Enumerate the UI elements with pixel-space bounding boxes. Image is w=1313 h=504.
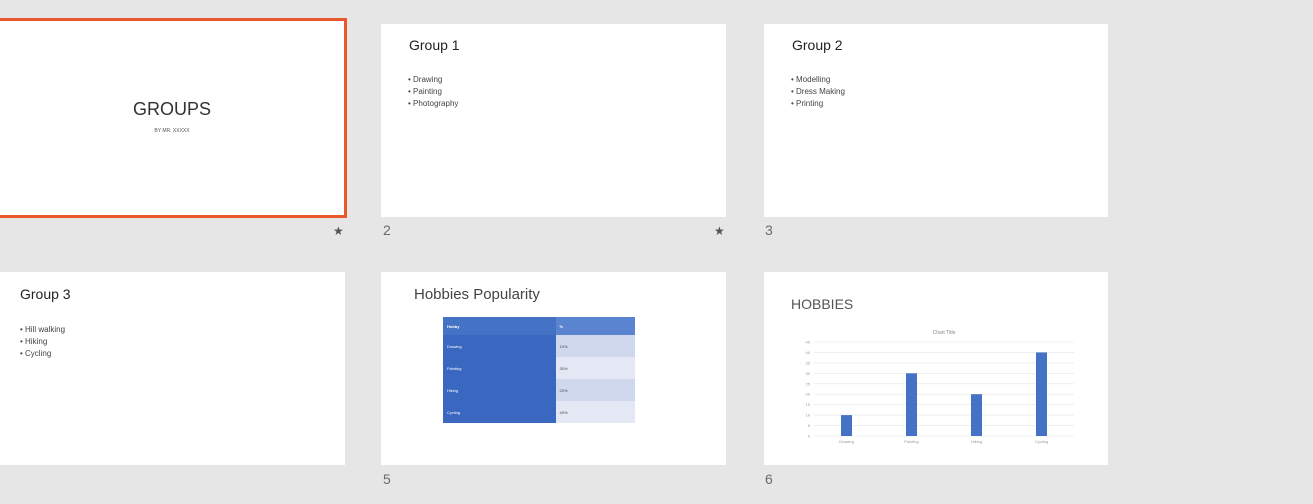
list-item: Cycling (20, 348, 65, 360)
slide-thumbnail-5[interactable]: Hobbies Popularity Hobby % Drawing 10% P… (381, 272, 726, 465)
table-cell: 40% (555, 401, 635, 423)
y-tick-label: 15 (806, 402, 811, 407)
list-item: Printing (791, 98, 845, 110)
slide-2-bullets: Drawing Painting Photography (408, 74, 458, 110)
y-tick-label: 45 (806, 340, 811, 345)
list-item: Modelling (791, 74, 845, 86)
slide-4-title: Group 3 (20, 286, 71, 302)
slide-5-title: Hobbies Popularity (414, 286, 540, 303)
list-item: Hill walking (20, 324, 65, 336)
table-cell: Drawing (443, 335, 556, 357)
y-tick-label: 25 (806, 381, 811, 386)
table-cell: Cycling (443, 401, 556, 423)
table-cell: Hiking (443, 379, 556, 401)
chart-bar-drawing (841, 415, 852, 436)
chart-title: Chart Title (933, 330, 956, 336)
list-item: Hiking (20, 336, 65, 348)
table-row: Cycling 40% (443, 401, 635, 423)
slide-4-bullets: Hill walking Hiking Cycling (20, 324, 65, 360)
x-tick-label: Hiking (971, 439, 982, 444)
slide-3-title: Group 2 (792, 37, 843, 53)
slide-5-table: Hobby % Drawing 10% Painting 30% Hiking … (443, 317, 635, 423)
list-item: Drawing (408, 74, 458, 86)
y-tick-label: 30 (806, 371, 811, 376)
slide-number-2: 2 (383, 222, 391, 238)
x-tick-label: Cycling (1035, 439, 1048, 444)
table-header-cell: Hobby (447, 323, 460, 329)
list-item: Dress Making (791, 86, 845, 98)
list-item: Photography (408, 98, 458, 110)
slide-thumbnail-6[interactable]: HOBBIES Chart Title 0 5 10 15 20 25 30 35 40 45 Dr… (764, 272, 1108, 465)
slide-2-transition-star-icon: ★ (714, 224, 725, 238)
chart-bar-painting (906, 373, 917, 436)
y-tick-label: 5 (808, 423, 811, 428)
list-item: Painting (408, 86, 458, 98)
slide-thumbnail-4[interactable]: Group 3 Hill walking Hiking Cycling (0, 272, 345, 465)
slide-thumbnail-3[interactable]: Group 2 Modelling Dress Making Printing (764, 24, 1108, 217)
y-tick-label: 10 (806, 413, 811, 418)
slide-thumbnail-1[interactable]: GROUPS BY MR. XXXXX (0, 18, 347, 218)
slide-1-title: GROUPS (132, 99, 211, 119)
y-tick-label: 20 (806, 392, 811, 397)
table-header-row: Hobby % (443, 317, 635, 335)
slide-2-title: Group 1 (409, 37, 460, 53)
slide-1-subtitle: BY MR. XXXXX (154, 128, 190, 134)
y-tick-label: 35 (806, 360, 811, 365)
slide-3-bullets: Modelling Dress Making Printing (791, 74, 845, 110)
table-header-cell: % (555, 317, 635, 335)
chart-bar-hiking (971, 394, 982, 436)
slide-number-3: 3 (765, 222, 773, 238)
slide-6-title: HOBBIES (791, 296, 854, 312)
table-row: Hiking 20% (443, 379, 635, 401)
y-tick-label: 0 (808, 434, 811, 439)
slide-thumbnail-2[interactable]: Group 1 Drawing Painting Photography (381, 24, 726, 217)
slide-1-transition-star-icon: ★ (333, 224, 344, 238)
table-cell: 20% (555, 379, 635, 401)
slide-number-5: 5 (383, 471, 391, 487)
slide-6-bar-chart: Chart Title 0 5 10 15 20 25 30 35 40 45 Drawing Pai… (806, 330, 1074, 444)
table-cell: 30% (555, 357, 635, 379)
table-cell: 10% (555, 335, 635, 357)
table-cell: Painting (443, 357, 556, 379)
table-row: Drawing 10% (443, 335, 635, 357)
x-tick-label: Drawing (839, 439, 854, 444)
chart-bar-cycling (1036, 352, 1047, 436)
table-row: Painting 30% (443, 357, 635, 379)
slide-number-6: 6 (765, 471, 773, 487)
x-tick-label: Painting (904, 439, 918, 444)
y-tick-label: 40 (806, 350, 811, 355)
